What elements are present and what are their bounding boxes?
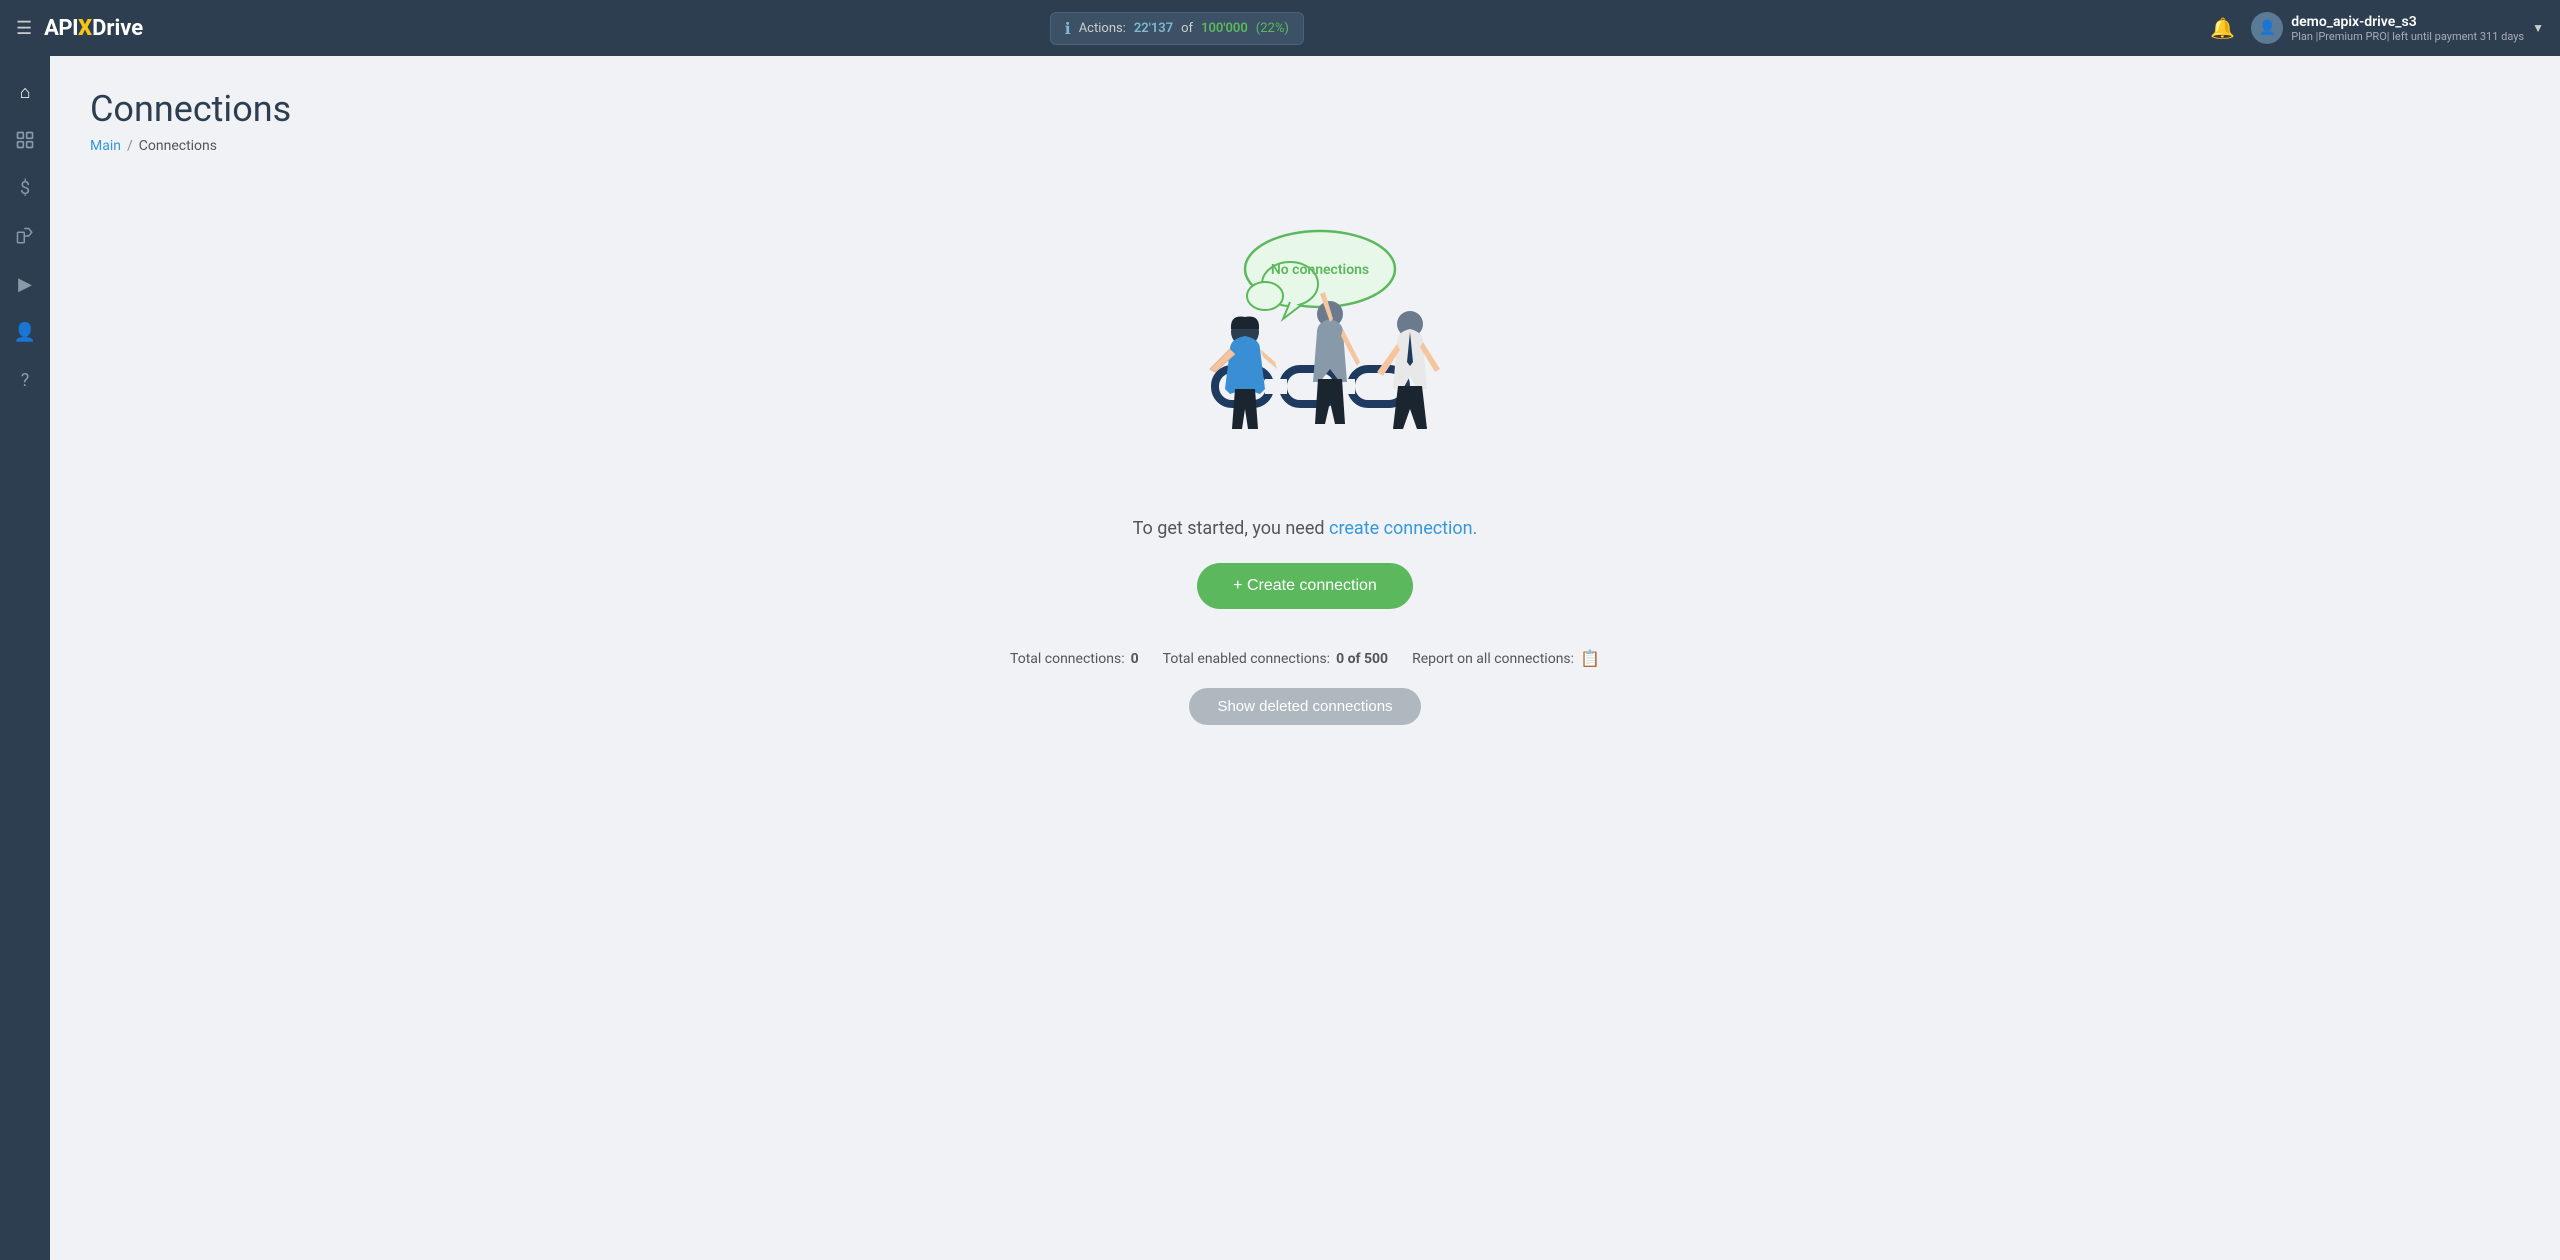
report-icon[interactable]: 📋 [1580, 649, 1600, 668]
bell-icon[interactable]: 🔔 [2210, 16, 2235, 40]
breadcrumb: Main / Connections [90, 138, 2520, 154]
breadcrumb-main-link[interactable]: Main [90, 138, 121, 154]
breadcrumb-separator: / [127, 138, 133, 154]
actions-total: 100'000 [1201, 21, 1248, 36]
navbar-center: ℹ Actions: 22'137 of 100'000 (22%) [143, 12, 2210, 45]
page-title: Connections [90, 88, 2520, 130]
sidebar-item-home[interactable]: ⌂ [5, 72, 45, 112]
empty-state-message: To get started, you need create connecti… [1133, 518, 1478, 539]
user-name: demo_apix-drive_s3 [2291, 14, 2524, 30]
layout: ⌂ $ ▶ 👤 ? Connections Main / Connections [0, 56, 2560, 1260]
logo: API X Drive [44, 16, 143, 41]
create-connection-button[interactable]: + Create connection [1197, 563, 1413, 609]
user-plan: Plan |Premium PRO| left until payment 31… [2291, 30, 2524, 43]
show-deleted-connections-button[interactable]: Show deleted connections [1189, 688, 1420, 725]
stats-row: Total connections: 0 Total enabled conne… [1010, 649, 1600, 668]
navbar-left: ☰ API X Drive [16, 16, 143, 41]
actions-count: 22'137 [1134, 21, 1173, 36]
user-info: demo_apix-drive_s3 Plan |Premium PRO| le… [2291, 14, 2524, 43]
actions-badge: ℹ Actions: 22'137 of 100'000 (22%) [1050, 12, 1304, 45]
total-connections-stat: Total connections: 0 [1010, 651, 1139, 667]
enabled-connections-stat: Total enabled connections: 0 of 500 [1163, 651, 1388, 667]
avatar: 👤 [2251, 12, 2283, 44]
sidebar-item-profile[interactable]: 👤 [5, 312, 45, 352]
logo-drive: Drive [92, 16, 143, 41]
sidebar-item-help[interactable]: ? [5, 360, 45, 400]
sidebar-item-billing[interactable]: $ [5, 168, 45, 208]
create-connection-link[interactable]: create connection. [1329, 518, 1477, 539]
hamburger-menu[interactable]: ☰ [16, 18, 32, 39]
sidebar-item-connections[interactable] [5, 120, 45, 160]
actions-label: Actions: [1079, 21, 1126, 36]
navbar: ☰ API X Drive ℹ Actions: 22'137 of 100'0… [0, 0, 2560, 56]
actions-of: of [1181, 21, 1193, 36]
actions-percent: (22%) [1256, 21, 1289, 36]
logo-x: X [78, 16, 92, 41]
sidebar-item-integrations[interactable] [5, 216, 45, 256]
user-section[interactable]: 👤 demo_apix-drive_s3 Plan |Premium PRO| … [2251, 12, 2544, 44]
chevron-down-icon: ▼ [2532, 21, 2544, 35]
logo-api: API [44, 16, 78, 41]
navbar-right: 🔔 👤 demo_apix-drive_s3 Plan |Premium PRO… [2210, 12, 2544, 44]
report-connections-stat: Report on all connections: 📋 [1412, 649, 1600, 668]
main-content: Connections Main / Connections No connec… [50, 56, 2560, 1260]
empty-state: No connections [90, 194, 2520, 745]
sidebar-item-automate[interactable]: ▶ [5, 264, 45, 304]
sidebar: ⌂ $ ▶ 👤 ? [0, 56, 50, 1260]
breadcrumb-current: Connections [139, 138, 217, 154]
avatar-icon: 👤 [2259, 20, 2276, 36]
info-icon: ℹ [1065, 19, 1071, 38]
svg-text:No connections: No connections [1271, 262, 1369, 278]
empty-state-illustration: No connections [1135, 214, 1475, 494]
